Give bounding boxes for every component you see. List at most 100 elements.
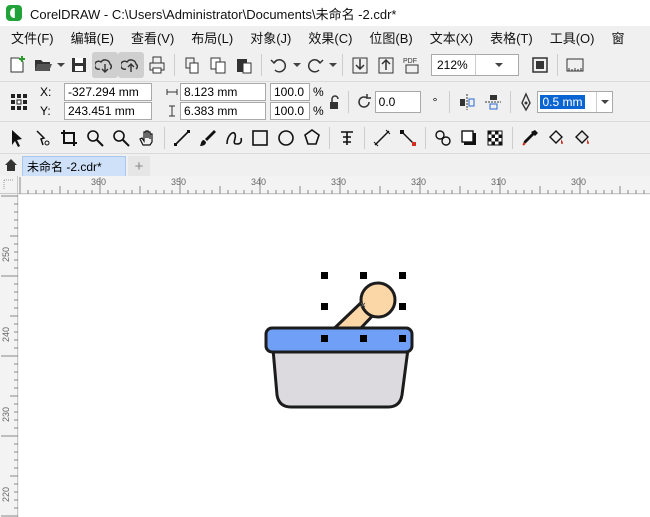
- interactive-fill-tool[interactable]: [543, 125, 569, 151]
- shape-tool[interactable]: [30, 125, 56, 151]
- rectangle-tool[interactable]: [247, 125, 273, 151]
- import-button[interactable]: [347, 52, 373, 78]
- toolbar-separator: [347, 90, 349, 113]
- menu-object[interactable]: 对象(J): [239, 28, 297, 47]
- mortar-rim: [264, 326, 414, 354]
- redo-button[interactable]: [302, 52, 328, 78]
- crop-tool[interactable]: [56, 125, 82, 151]
- toolbar-separator: [261, 53, 262, 76]
- paste-button[interactable]: [231, 52, 257, 78]
- vertical-ruler[interactable]: 250 240 230 220: [0, 194, 18, 517]
- object-width-field[interactable]: 8.123 mm: [180, 83, 266, 101]
- freehand-tool[interactable]: [169, 125, 195, 151]
- ellipse-tool[interactable]: [273, 125, 299, 151]
- blend-tool[interactable]: [430, 125, 456, 151]
- menu-view[interactable]: 查看(V): [120, 28, 180, 47]
- redo-icon: [307, 58, 324, 73]
- object-height-field[interactable]: 6.383 mm: [180, 102, 266, 120]
- outline-width-dropdown-arrow[interactable]: [596, 91, 612, 112]
- x-position-field[interactable]: -327.294 mm: [64, 83, 152, 101]
- toolbox: [0, 122, 650, 154]
- transparency-tool[interactable]: [482, 125, 508, 151]
- pick-tool[interactable]: [4, 125, 30, 151]
- lock-ratio-button[interactable]: [324, 89, 344, 115]
- polygon-tool[interactable]: [299, 125, 325, 151]
- menu-effects[interactable]: 效果(C): [297, 28, 358, 47]
- new-document-button[interactable]: [4, 52, 30, 78]
- copy-button[interactable]: [205, 52, 231, 78]
- zoom-dropdown-arrow[interactable]: [474, 54, 519, 75]
- publish-pdf-button[interactable]: PDF: [399, 52, 425, 78]
- eyedropper-tool[interactable]: [517, 125, 543, 151]
- ruler-origin-corner[interactable]: [0, 176, 18, 194]
- fill-bucket-icon: [549, 129, 563, 144]
- text-tool[interactable]: [334, 125, 360, 151]
- undo-button[interactable]: [266, 52, 292, 78]
- menu-edit[interactable]: 编辑(E): [60, 28, 120, 47]
- menu-file[interactable]: 文件(F): [0, 28, 60, 47]
- scale-y-field[interactable]: 100.0: [270, 102, 310, 120]
- mortar-and-pestle-drawing[interactable]: [264, 281, 414, 409]
- undo-dropdown-arrow[interactable]: [292, 52, 302, 78]
- mirror-horizontal-icon: [460, 93, 475, 110]
- new-tab-button[interactable]: +: [128, 156, 150, 176]
- smart-fill-tool[interactable]: [569, 125, 595, 151]
- text-character-icon: [341, 130, 353, 145]
- new-document-icon: [10, 55, 25, 72]
- cloud-download-icon: [95, 58, 112, 73]
- scale-x-field[interactable]: 100.0: [270, 83, 310, 101]
- ruler-h-label: 300: [571, 177, 587, 187]
- menu-window[interactable]: 窗: [600, 28, 630, 47]
- ruler-origin-icon: [3, 179, 14, 190]
- rotation-icon: [353, 89, 375, 115]
- standard-toolbar: PDF 212%: [0, 48, 650, 82]
- open-dropdown-arrow[interactable]: [56, 52, 66, 78]
- ruler-h-label: 340: [251, 177, 267, 187]
- tab-document[interactable]: 未命名 -2.cdr*: [22, 156, 126, 176]
- zoom-tool[interactable]: [82, 125, 108, 151]
- copy-icon: [210, 57, 226, 73]
- rectangle-icon: [252, 129, 268, 146]
- save-button[interactable]: [66, 52, 92, 78]
- menu-table[interactable]: 表格(T): [479, 28, 539, 47]
- toolbar-separator: [174, 53, 175, 76]
- y-position-field[interactable]: 243.451 mm: [64, 102, 152, 120]
- pen-tool[interactable]: [221, 125, 247, 151]
- drop-shadow-tool[interactable]: [456, 125, 482, 151]
- object-origin-button[interactable]: [6, 89, 32, 115]
- property-bar: X: -327.294 mm Y: 243.451 mm 8.123 mm 6.…: [0, 82, 650, 122]
- menu-text[interactable]: 文本(X): [419, 28, 479, 47]
- full-screen-preview-button[interactable]: [527, 52, 553, 78]
- cloud-upload-button[interactable]: [118, 51, 144, 78]
- dimension-line-icon: [373, 129, 391, 146]
- artistic-media-tool[interactable]: [195, 125, 221, 151]
- rotation-angle-field[interactable]: 0.0: [374, 90, 421, 113]
- outline-width-select[interactable]: 0.5 mm: [537, 90, 614, 113]
- zoom-level-select[interactable]: 212%: [431, 53, 519, 76]
- selection-handle: [321, 303, 328, 310]
- zoom-out-tool[interactable]: [108, 125, 134, 151]
- vertical-ruler-ticks: [1, 195, 18, 517]
- open-button[interactable]: [30, 52, 56, 78]
- export-button[interactable]: [373, 52, 399, 78]
- pan-tool[interactable]: [134, 125, 160, 151]
- welcome-screen-tab[interactable]: [0, 154, 22, 176]
- redo-dropdown-arrow[interactable]: [328, 52, 338, 78]
- selection-handle: [360, 272, 367, 279]
- connector-tool[interactable]: [395, 125, 421, 151]
- mirror-horizontal-button[interactable]: [454, 89, 480, 115]
- cloud-download-button[interactable]: [92, 51, 118, 78]
- menu-bitmaps[interactable]: 位图(B): [358, 28, 418, 47]
- menu-tools[interactable]: 工具(O): [539, 28, 601, 47]
- print-button[interactable]: [144, 52, 170, 78]
- y-position-label: Y:: [40, 104, 51, 118]
- export-icon: [378, 57, 394, 73]
- menu-layout[interactable]: 布局(L): [180, 28, 239, 47]
- rulers-toggle-button[interactable]: [562, 52, 588, 78]
- drawing-canvas[interactable]: [19, 195, 650, 517]
- horizontal-ruler[interactable]: 360 350 340 330 320 310 300: [18, 176, 650, 194]
- mirror-vertical-button[interactable]: [480, 89, 506, 115]
- parallel-dimension-tool[interactable]: [369, 125, 395, 151]
- cut-button[interactable]: [179, 52, 205, 78]
- selection-handle: [399, 335, 406, 342]
